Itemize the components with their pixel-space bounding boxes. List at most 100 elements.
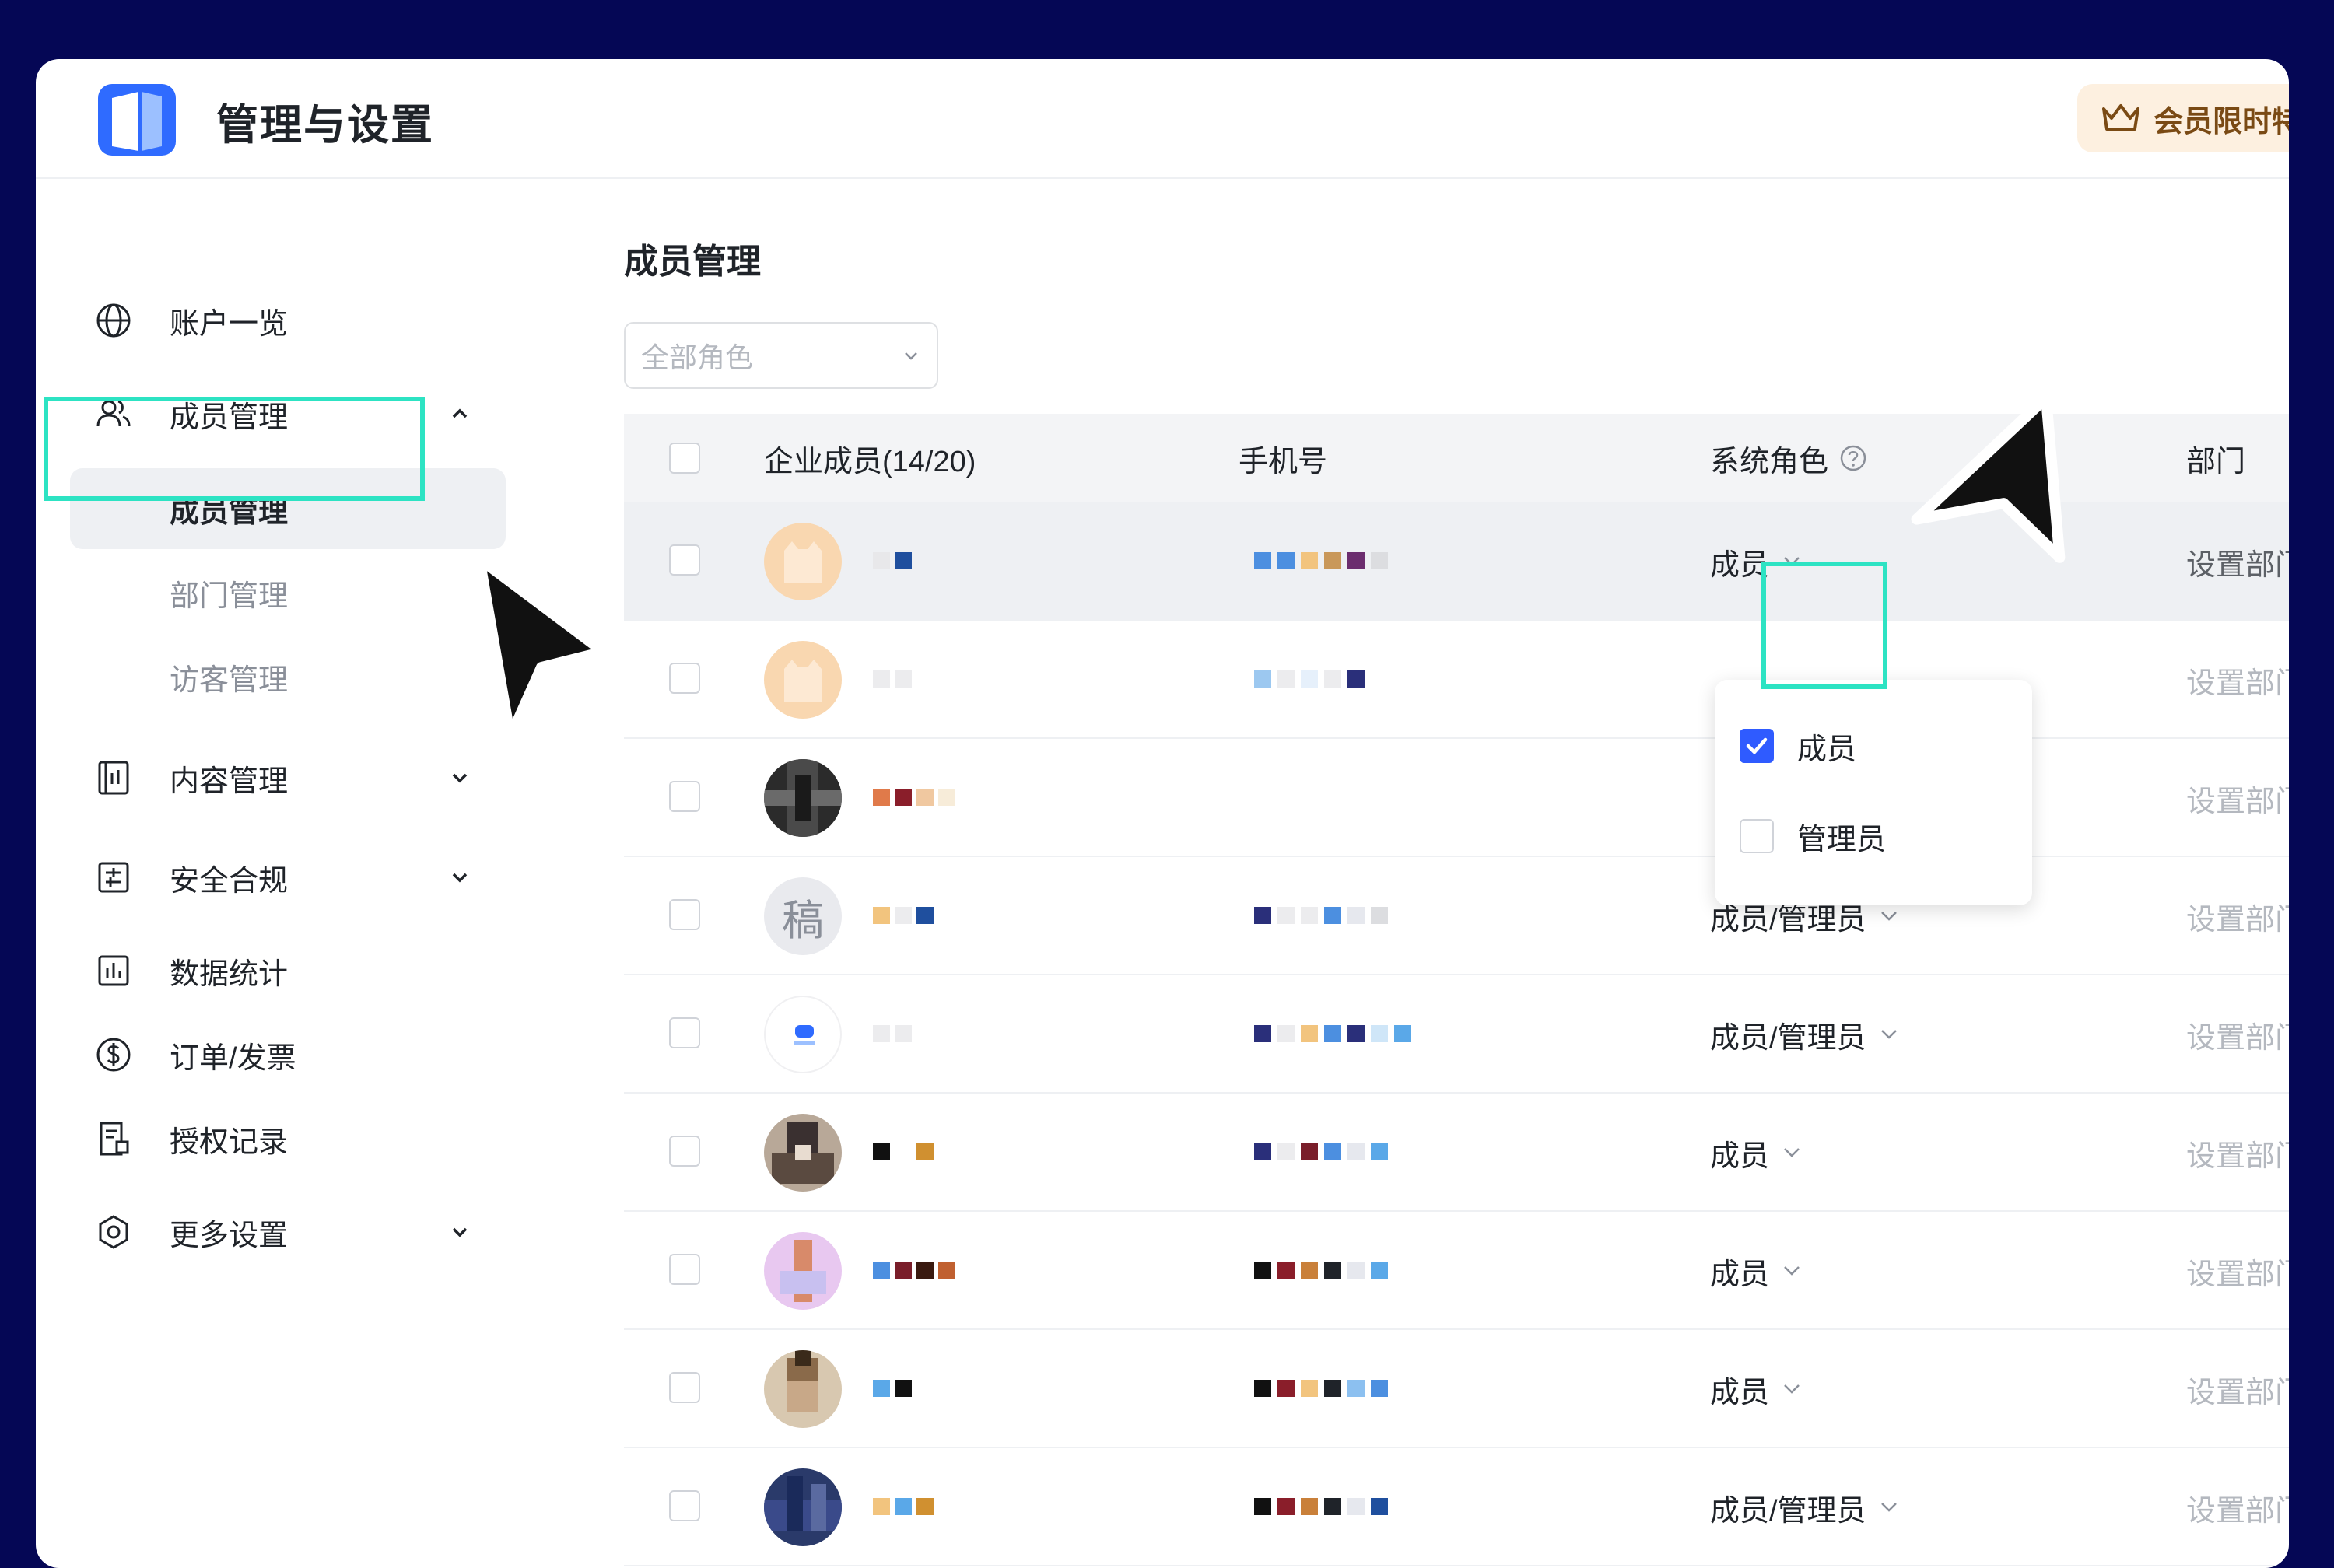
chevron-down-icon [1784, 1266, 1800, 1276]
role-dropdown-menu: 成员 管理员 [1715, 680, 2032, 905]
avatar [764, 996, 842, 1073]
role-select[interactable]: 成员 [1710, 1094, 1803, 1212]
cat-avatar-icon [784, 541, 822, 583]
sidebar-subitem-visitor-management[interactable]: 访客管理 [36, 646, 518, 708]
row-checkbox[interactable] [669, 1136, 700, 1167]
table-row[interactable]: 成员 设置部门 [624, 1094, 2289, 1212]
table-row[interactable]: 成员/管理员 设置部门 [624, 1448, 2289, 1566]
dollar-icon [96, 1038, 131, 1072]
chevron-down-icon [1784, 1148, 1800, 1157]
set-department-link[interactable]: 设置部门 [2186, 1330, 2289, 1448]
sidebar-item-label: 内容管理 [170, 765, 289, 798]
set-department-link[interactable]: 设置部门 [2186, 975, 2289, 1094]
photo-avatar-icon [787, 1350, 818, 1412]
member-name-redacted [873, 552, 912, 571]
row-checkbox[interactable] [669, 1372, 700, 1403]
role-option-checkbox[interactable] [1740, 729, 1774, 763]
set-department-link[interactable]: 设置部门 [2186, 857, 2289, 975]
settings-icon [99, 1215, 128, 1249]
row-checkbox[interactable] [669, 781, 700, 812]
vip-promo-button[interactable]: 会员限时特 [2077, 84, 2289, 152]
sidebar-item-security-compliance[interactable]: 安全合规 [36, 846, 518, 908]
set-department-link[interactable]: 设置部门 [2186, 1212, 2289, 1330]
set-department-link[interactable]: 设置部门 [2186, 739, 2289, 857]
avatar [764, 523, 842, 600]
sidebar-item-orders-invoices[interactable]: 订单/发票 [36, 1024, 518, 1086]
checkmark-icon [1746, 737, 1768, 754]
role-filter-select[interactable]: 全部角色 [624, 322, 938, 389]
chevron-down-icon [905, 352, 917, 360]
avatar: 稿 [764, 877, 842, 955]
role-option-checkbox[interactable] [1740, 819, 1774, 853]
table-row[interactable]: 设置部门 [624, 739, 2289, 857]
sidebar-item-content-management[interactable]: 内容管理 [36, 747, 518, 809]
select-all-checkbox[interactable] [669, 443, 700, 474]
phone-redacted [1254, 1025, 1411, 1044]
record-icon [100, 1122, 129, 1156]
table-row[interactable]: 成员 设置部门 [624, 1330, 2289, 1448]
role-select[interactable]: 成员/管理员 [1710, 975, 1901, 1094]
member-name-redacted [873, 1143, 934, 1162]
row-checkbox[interactable] [669, 1254, 700, 1285]
chevron-down-icon[interactable] [448, 766, 471, 789]
phone-redacted [1254, 1143, 1388, 1162]
arrow-cursor-icon [1911, 392, 2066, 563]
table-row[interactable]: 设置部门 [624, 621, 2289, 739]
role-option-label: 管理员 [1797, 823, 1887, 856]
set-department-link[interactable]: 设置部门 [2186, 1094, 2289, 1212]
row-checkbox[interactable] [669, 663, 700, 694]
phone-redacted [1254, 670, 1365, 689]
globe-icon [96, 303, 131, 338]
cat-avatar-icon [784, 660, 822, 702]
security-icon [98, 862, 129, 893]
chevron-down-icon[interactable] [448, 866, 471, 889]
role-option-member[interactable]: 成员 [1715, 711, 2032, 781]
sidebar-item-label: 数据统计 [170, 957, 289, 991]
phone-redacted [1254, 552, 1388, 571]
table-row[interactable]: 稿 成员/管理员 设置部门 [624, 857, 2289, 975]
sidebar-subitem-label: 访客管理 [170, 663, 289, 697]
role-option-admin[interactable]: 管理员 [1715, 801, 2032, 871]
avatar [764, 759, 842, 837]
chevron-down-icon [1784, 1384, 1800, 1394]
sidebar-subitem-label: 部门管理 [170, 579, 289, 613]
row-checkbox[interactable] [669, 1017, 700, 1048]
column-header-department: 部门 [2186, 445, 2246, 478]
phone-redacted [1254, 907, 1388, 926]
app-window: 管理与设置 会员限时特 账户一览 成员管理 成员管理 部门管理 访客管理 内容管… [36, 59, 2289, 1568]
table-row[interactable]: 成员 设置部门 [624, 1212, 2289, 1330]
avatar [764, 641, 842, 719]
sidebar-item-label: 订单/发票 [170, 1041, 296, 1075]
set-department-link[interactable]: 设置部门 [2186, 621, 2289, 739]
top-bar: 管理与设置 会员限时特 [36, 59, 2289, 179]
row-checkbox[interactable] [669, 899, 700, 930]
sidebar-item-account-overview[interactable]: 账户一览 [36, 289, 518, 352]
help-circle-icon[interactable] [1839, 444, 1867, 472]
set-department-link[interactable]: 设置部门 [2186, 502, 2289, 621]
phone-redacted [1254, 1498, 1388, 1517]
row-checkbox[interactable] [669, 544, 700, 576]
role-select[interactable]: 成员 [1710, 1330, 1803, 1448]
chevron-down-icon[interactable] [448, 1220, 471, 1244]
role-select[interactable]: 成员 [1710, 1212, 1803, 1330]
role-select[interactable]: 成员/管理员 [1710, 1448, 1901, 1566]
table-row[interactable]: 成员/管理员 设置部门 [624, 975, 2289, 1094]
role-value: 成员 [1710, 1258, 1770, 1291]
row-checkbox[interactable] [669, 1490, 700, 1521]
brand-avatar-icon [794, 1025, 815, 1045]
role-value: 成员 [1710, 1139, 1770, 1173]
set-department-link[interactable]: 设置部门 [2186, 1448, 2289, 1566]
sidebar-item-data-statistics[interactable]: 数据统计 [36, 940, 518, 1002]
sidebar-item-label: 更多设置 [170, 1219, 289, 1252]
sidebar-item-more-settings[interactable]: 更多设置 [36, 1201, 518, 1263]
highlight-box-role-select [1761, 562, 1887, 689]
sidebar-item-authorization-records[interactable]: 授权记录 [36, 1108, 518, 1170]
member-name-redacted [873, 1025, 912, 1044]
page-title: 成员管理 [624, 243, 761, 281]
role-value: 成员 [1710, 548, 1770, 582]
chevron-up-icon[interactable] [448, 402, 471, 425]
crown-icon [2102, 104, 2140, 131]
arrow-cursor-icon [474, 553, 609, 743]
promo-label: 会员限时特 [2154, 105, 2289, 138]
sidebar-subitem-department-management[interactable]: 部门管理 [36, 562, 518, 624]
